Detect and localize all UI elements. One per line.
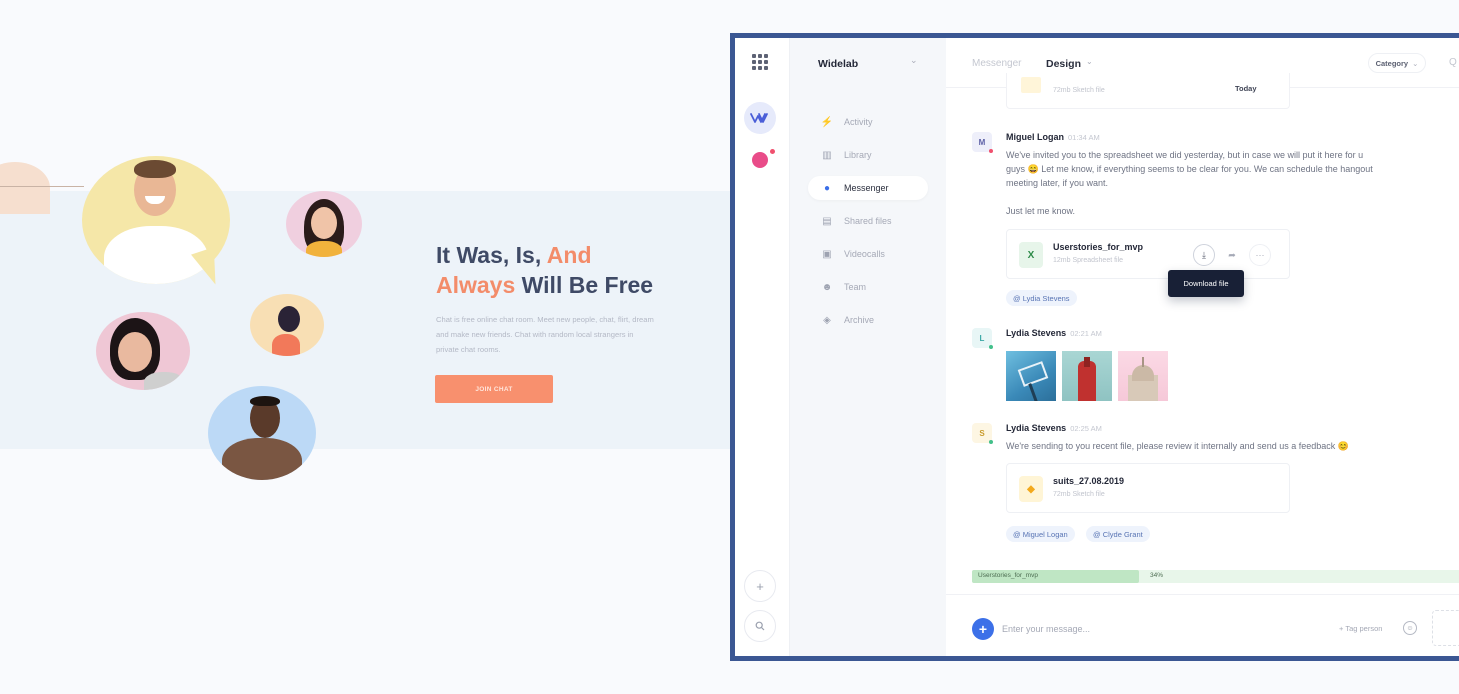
decorative-shape [0, 162, 50, 214]
chevron-down-icon: ⌄ [1412, 58, 1419, 68]
layers-icon: ◈ [823, 314, 831, 326]
download-icon[interactable]: ⤓ [1193, 244, 1215, 266]
folder-icon: ▤ [822, 215, 832, 227]
avatar: L [972, 328, 993, 349]
file-card-spreadsheet[interactable]: X Userstories_for_mvp 12mb Spreadsheet f… [1006, 229, 1290, 279]
add-workspace-button[interactable]: + [744, 570, 776, 602]
avatar: M [972, 132, 993, 153]
video-icon: ▣ [822, 248, 832, 260]
sidebar-item-library[interactable]: ▥ Library [808, 143, 928, 167]
message-header: Lydia Stevens 02:25 AM [1006, 423, 1102, 433]
sidebar-item-videocalls[interactable]: ▣ Videocalls [808, 242, 928, 266]
message-header: Miguel Logan 01:34 AM [1006, 132, 1100, 142]
chevron-down-icon[interactable]: ⌄ [910, 55, 918, 66]
hero-headline: It Was, Is, And Always Will Be Free [436, 242, 654, 298]
avatar-bubble-illustration [250, 294, 324, 356]
avatar-bubble-man-thinking [208, 386, 316, 480]
mention-tag[interactable]: @ Clyde Grant [1086, 526, 1150, 542]
avatar-bubble-woman-2 [96, 312, 190, 390]
sketch-file-icon [1021, 77, 1041, 93]
tag-person-button[interactable]: + Tag person [1339, 624, 1382, 633]
send-button[interactable] [1432, 610, 1459, 646]
sidebar-item-team[interactable]: ☻ Team [808, 275, 928, 299]
chat-panel: Messenger Design ⌄ Category ⌄ Q 72mb Sket… [946, 38, 1459, 656]
workspace-widelab-icon[interactable] [744, 102, 776, 134]
workspace-name: Widelab [818, 58, 859, 70]
add-attachment-button[interactable]: + [972, 618, 994, 640]
chevron-down-icon[interactable]: ⌄ [1086, 57, 1093, 66]
upload-progress-bar: Userstories_for_mvp 34% [972, 570, 1459, 583]
message-lydia-file: S Lydia Stevens 02:25 AM We're sending to… [972, 423, 1452, 453]
message-composer: + + Tag person ☺ [946, 594, 1459, 656]
message-input[interactable] [1002, 620, 1302, 638]
excel-file-icon: X [1019, 242, 1043, 268]
upload-percent: 34% [1150, 572, 1164, 579]
shared-image-dome-building[interactable] [1118, 351, 1168, 401]
shared-image-red-tower[interactable] [1062, 351, 1112, 401]
apps-grid-icon[interactable] [752, 54, 768, 70]
sidebar-item-activity[interactable]: ⚡ Activity [808, 110, 928, 134]
message-lydia-photos: L Lydia Stevens 02:21 AM [972, 328, 1452, 352]
sidebar-item-messenger[interactable]: ● Messenger [808, 176, 928, 200]
workspace-rail: + [735, 38, 790, 656]
download-tooltip: Download file [1168, 270, 1244, 297]
search-icon [755, 621, 765, 631]
message-text: We've invited you to the spreadsheet we … [1006, 150, 1373, 216]
more-icon[interactable]: ··· [1249, 244, 1271, 266]
notification-dot [770, 149, 775, 154]
library-icon: ▥ [822, 149, 832, 161]
category-dropdown[interactable]: Category ⌄ [1368, 53, 1426, 73]
sidebar: Widelab ⌄ ⚡ Activity ▥ Library ● Messenger … [790, 38, 946, 656]
app-window: + Widelab ⌄ ⚡ Activity ▥ Library ● Messenge… [730, 33, 1459, 661]
search-button[interactable] [744, 610, 776, 642]
date-divider: Today [1231, 84, 1261, 93]
breadcrumb-parent[interactable]: Messenger [972, 58, 1021, 69]
search-icon[interactable]: Q [1449, 57, 1457, 68]
sidebar-item-archive[interactable]: ◈ Archive [808, 308, 928, 332]
breadcrumb-current[interactable]: Design [1046, 58, 1081, 70]
hero-text: It Was, Is, And Always Will Be Free Chat… [436, 240, 696, 357]
hero-description: Chat is free online chat room. Meet new … [436, 315, 654, 354]
join-chat-button[interactable]: JOIN CHAT [435, 375, 553, 403]
shared-image-basketball-hoop[interactable] [1006, 351, 1056, 401]
chat-icon: ● [823, 182, 831, 194]
share-icon[interactable]: ➦ [1221, 244, 1243, 266]
mention-tag[interactable]: @ Lydia Stevens [1006, 290, 1077, 306]
bolt-icon: ⚡ [820, 116, 834, 128]
decorative-line [0, 186, 84, 187]
avatar: S [972, 423, 993, 444]
workspace-dribbble-icon[interactable] [752, 152, 768, 168]
file-card-sketch[interactable]: ◆ suits_27.08.2019 72mb Sketch file [1006, 463, 1290, 513]
sidebar-item-shared-files[interactable]: ▤ Shared files [808, 209, 928, 233]
team-icon: ☻ [821, 281, 833, 293]
sketch-file-icon: ◆ [1019, 476, 1043, 502]
mention-tag[interactable]: @ Miguel Logan [1006, 526, 1075, 542]
upload-file-name: Userstories_for_mvp [978, 572, 1038, 579]
avatar-bubble-woman-1 [286, 191, 362, 257]
message-text: We're sending to you recent file, please… [1006, 441, 1349, 451]
message-header: Lydia Stevens 02:21 AM [1006, 328, 1102, 338]
emoji-icon[interactable]: ☺ [1403, 621, 1417, 635]
